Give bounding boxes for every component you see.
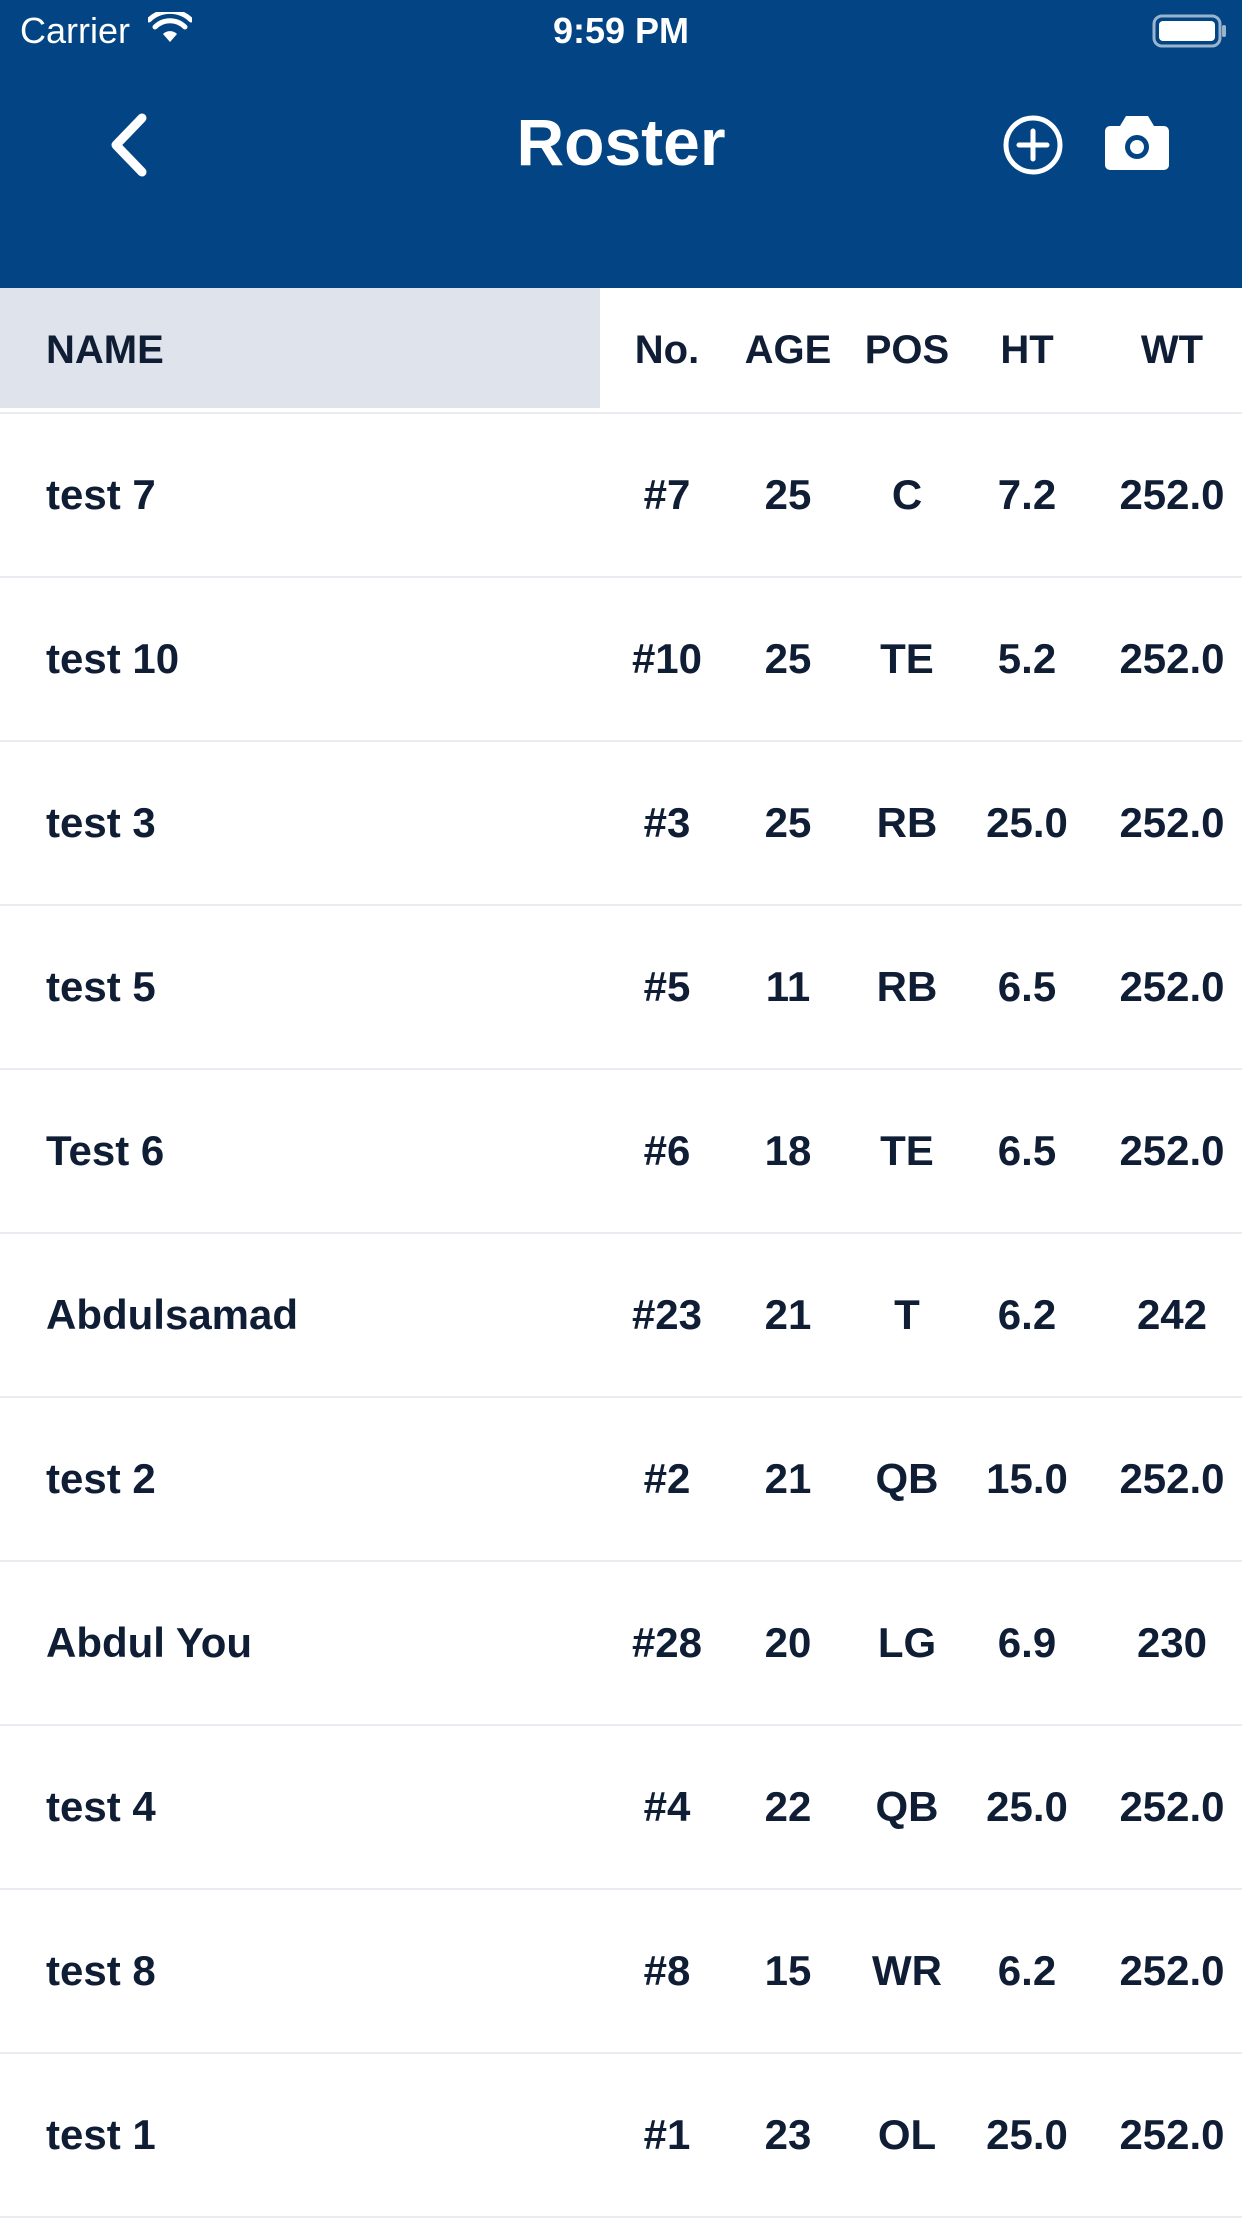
table-header: NAME No. AGE POS HT WT [0,288,1242,414]
cell-weight: 252.0 [1119,799,1225,846]
cell-name: test 10 [46,635,180,682]
status-time: 9:59 PM [552,10,690,51]
cell-weight: 252.0 [1119,2111,1225,2158]
cell-number: #2 [643,1455,691,1502]
cell-weight: 252.0 [1119,1127,1225,1174]
cell-height: 5.2 [997,635,1057,682]
add-player-button[interactable] [1000,112,1066,183]
cell-position: TE [880,635,934,682]
cell-number: #28 [631,1619,703,1666]
cell-name: Abdulsamad [46,1291,299,1338]
roster-table: NAME No. AGE POS HT WT test 7 #7 25 C 7.… [0,288,1242,2218]
cell-age: 18 [764,1127,812,1174]
column-header-position[interactable]: POS [852,288,962,412]
cell-weight: 252.0 [1119,471,1225,518]
cell-position: LG [877,1619,937,1666]
cell-weight: 252.0 [1119,635,1225,682]
cell-position: QB [875,1455,939,1502]
table-row[interactable]: Abdulsamad #23 21 T 6.2 242 [0,1234,1242,1398]
cell-height: 6.2 [997,1947,1057,1994]
cell-position: T [894,1291,920,1338]
table-row[interactable]: test 1 #1 23 OL 25.0 252.0 [0,2054,1242,2218]
cell-weight: 242 [1136,1291,1208,1338]
cell-position: RB [876,799,938,846]
cell-weight: 252.0 [1119,1783,1225,1830]
cell-height: 6.2 [997,1291,1057,1338]
cell-height: 7.2 [997,471,1057,518]
column-header-number[interactable]: No. [612,288,722,412]
cell-name: test 8 [46,1947,156,1994]
cell-weight: 252.0 [1119,1947,1225,1994]
column-header-weight[interactable]: WT [1102,288,1242,412]
cell-age: 20 [764,1619,812,1666]
column-header-name[interactable]: NAME [46,288,164,412]
cell-height: 25.0 [986,1783,1068,1830]
table-row[interactable]: Abdul You #28 20 LG 6.9 230 [0,1562,1242,1726]
cell-name: test 1 [46,2111,156,2158]
cell-height: 6.9 [997,1619,1057,1666]
cell-number: #8 [643,1947,691,1994]
cell-number: #1 [643,2111,691,2158]
cell-position: TE [880,1127,934,1174]
cell-number: #7 [643,471,691,518]
cell-position: RB [876,963,938,1010]
table-row[interactable]: test 4 #4 22 QB 25.0 252.0 [0,1726,1242,1890]
cell-age: 25 [764,799,812,846]
nav-header: Carrier 9:59 PM Roster [0,0,1242,288]
table-row[interactable]: test 10 #10 25 TE 5.2 252.0 [0,578,1242,742]
cell-number: #23 [631,1291,703,1338]
cell-weight: 252.0 [1119,963,1225,1010]
column-header-age[interactable]: AGE [736,288,840,412]
cell-age: 15 [764,1947,812,1994]
table-body: test 7 #7 25 C 7.2 252.0 test 10 #10 25 … [0,414,1242,2218]
cell-name: Abdul You [46,1619,253,1666]
table-row[interactable]: test 2 #2 21 QB 15.0 252.0 [0,1398,1242,1562]
cell-age: 25 [764,471,812,518]
cell-position: WR [872,1947,942,1994]
camera-icon [1105,116,1169,170]
cell-name: test 4 [46,1783,156,1830]
cell-height: 6.5 [997,963,1057,1010]
cell-position: OL [877,2111,937,2158]
table-row[interactable]: test 8 #8 15 WR 6.2 252.0 [0,1890,1242,2054]
cell-position: QB [875,1783,939,1830]
cell-name: test 5 [46,963,156,1010]
plus-circle-icon [1003,115,1063,175]
battery-icon [1152,14,1228,53]
cell-number: #5 [643,963,691,1010]
table-row[interactable]: test 5 #5 11 RB 6.5 252.0 [0,906,1242,1070]
cell-weight: 230 [1136,1619,1208,1666]
cell-number: #3 [643,799,691,846]
cell-name: test 2 [46,1455,156,1502]
cell-height: 25.0 [986,2111,1068,2158]
cell-name: Test 6 [46,1127,165,1174]
column-header-height[interactable]: HT [972,288,1082,412]
cell-age: 23 [764,2111,812,2158]
camera-button[interactable] [1104,112,1170,177]
cell-number: #4 [643,1783,691,1830]
cell-height: 15.0 [986,1455,1068,1502]
cell-height: 6.5 [997,1127,1057,1174]
cell-age: 21 [764,1455,812,1502]
table-row[interactable]: test 3 #3 25 RB 25.0 252.0 [0,742,1242,906]
cell-height: 25.0 [986,799,1068,846]
cell-name: test 3 [46,799,156,846]
table-row[interactable]: test 7 #7 25 C 7.2 252.0 [0,414,1242,578]
cell-age: 25 [764,635,812,682]
cell-age: 22 [764,1783,812,1830]
table-row[interactable]: Test 6 #6 18 TE 6.5 252.0 [0,1070,1242,1234]
cell-position: C [891,471,923,518]
cell-number: #10 [631,635,703,682]
cell-name: test 7 [46,471,156,518]
cell-age: 21 [764,1291,812,1338]
cell-number: #6 [643,1127,691,1174]
cell-weight: 252.0 [1119,1455,1225,1502]
cell-age: 11 [765,963,811,1010]
